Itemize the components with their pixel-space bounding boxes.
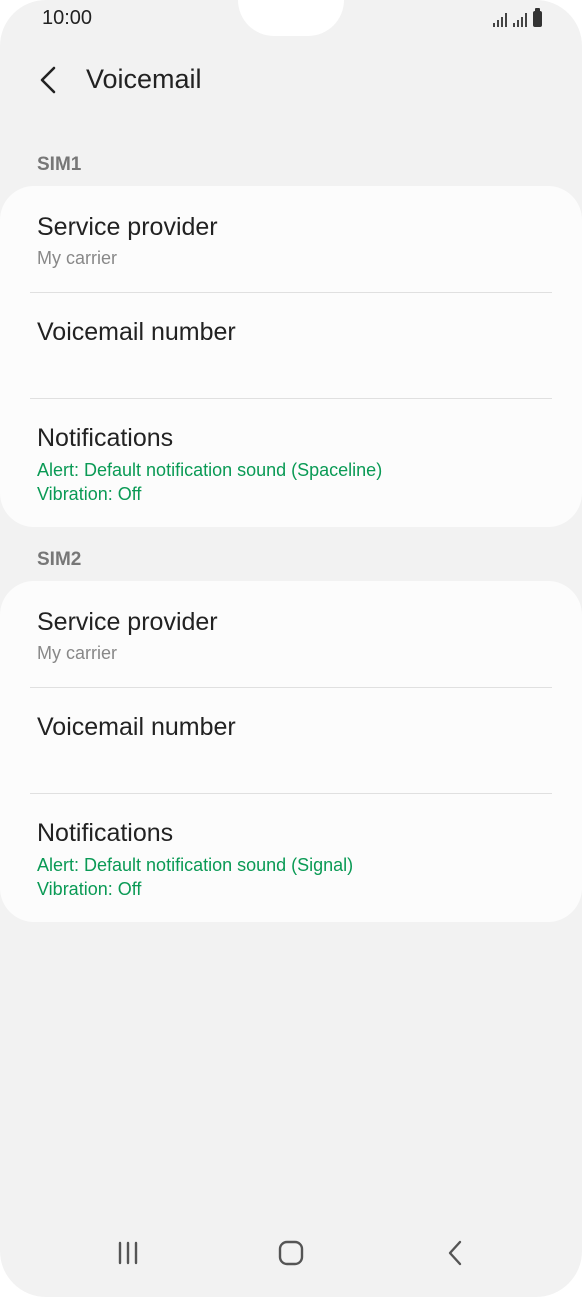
home-icon bbox=[278, 1240, 304, 1266]
sim2-service-provider-item[interactable]: Service provider My carrier bbox=[0, 581, 582, 687]
notification-alert-text: Alert: Default notification sound (Signa… bbox=[37, 855, 354, 875]
item-subtitle: My carrier bbox=[37, 248, 117, 268]
app-header: Voicemail bbox=[0, 50, 582, 110]
item-title: Service provider bbox=[37, 213, 218, 241]
section-label-sim1: SIM1 bbox=[37, 154, 82, 175]
navigation-bar bbox=[0, 1221, 582, 1281]
section-label-sim2: SIM2 bbox=[37, 549, 82, 570]
sim1-settings-card: Service provider My carrier Voicemail nu… bbox=[0, 186, 582, 527]
home-button[interactable] bbox=[266, 1233, 316, 1273]
battery-icon bbox=[533, 8, 542, 27]
status-icons bbox=[493, 8, 542, 27]
signal-sim1-icon bbox=[493, 13, 507, 27]
sim1-service-provider-item[interactable]: Service provider My carrier bbox=[0, 186, 582, 292]
notification-vibration-text: Vibration: Off bbox=[37, 879, 142, 899]
back-icon bbox=[448, 1240, 462, 1266]
phone-screen: 10:00 Voicemail SIM1 Service provider My… bbox=[0, 0, 582, 1297]
status-bar: 10:00 bbox=[0, 0, 582, 36]
sim1-voicemail-number-item[interactable]: Voicemail number bbox=[0, 293, 582, 398]
sim1-notifications-item[interactable]: Notifications Alert: Default notificatio… bbox=[0, 399, 582, 527]
signal-sim2-icon bbox=[513, 13, 527, 27]
page-title: Voicemail bbox=[86, 64, 202, 94]
notification-alert-text: Alert: Default notification sound (Space… bbox=[37, 460, 383, 480]
item-title: Service provider bbox=[37, 608, 218, 636]
notification-vibration-text: Vibration: Off bbox=[37, 484, 142, 504]
recent-apps-button[interactable] bbox=[103, 1233, 153, 1273]
recent-apps-icon bbox=[118, 1241, 138, 1265]
status-time: 10:00 bbox=[42, 7, 93, 29]
back-nav-button[interactable] bbox=[430, 1233, 480, 1273]
back-button[interactable] bbox=[28, 62, 68, 98]
item-title: Notifications bbox=[37, 819, 174, 847]
item-title: Voicemail number bbox=[37, 318, 236, 346]
chevron-left-icon bbox=[40, 66, 56, 94]
sim2-settings-card: Service provider My carrier Voicemail nu… bbox=[0, 581, 582, 922]
item-title: Voicemail number bbox=[37, 713, 236, 741]
item-subtitle: My carrier bbox=[37, 643, 117, 663]
sim2-notifications-item[interactable]: Notifications Alert: Default notificatio… bbox=[0, 794, 582, 922]
item-title: Notifications bbox=[37, 424, 174, 452]
sim2-voicemail-number-item[interactable]: Voicemail number bbox=[0, 688, 582, 793]
